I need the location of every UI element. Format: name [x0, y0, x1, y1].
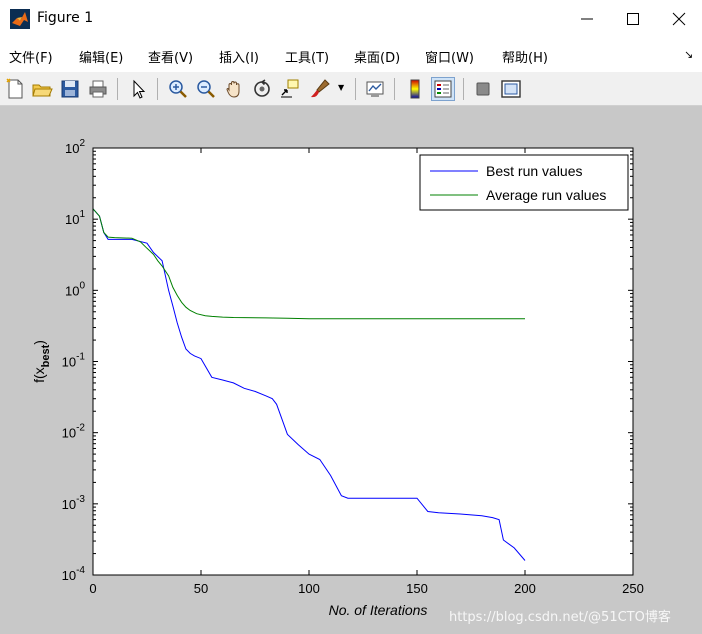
legend-label: Average run values [486, 187, 606, 203]
y-tick-exponent: -2 [76, 423, 85, 434]
show-plot-tools-icon[interactable] [499, 77, 523, 101]
y-tick-base: 10 [62, 426, 76, 441]
y-tick-base: 10 [65, 212, 79, 227]
toolbar-separator [355, 78, 356, 100]
y-tick-label: 101 [65, 209, 85, 227]
y-axis-label: f(xbest) [31, 340, 52, 383]
toolbar-separator [117, 78, 118, 100]
rotate-3d-icon[interactable] [250, 77, 274, 101]
menu-view[interactable]: 查看(V) [148, 47, 193, 66]
y-tick-label: 10-4 [62, 565, 86, 583]
menu-overflow-icon[interactable]: ↘ [684, 48, 693, 61]
x-axis-label: No. of Iterations [329, 602, 428, 618]
y-axis-label-sub: best [40, 344, 52, 367]
save-icon[interactable] [58, 77, 82, 101]
y-tick-label: 100 [65, 280, 85, 298]
y-tick-label: 10-3 [62, 494, 86, 512]
new-figure-icon[interactable] [3, 77, 27, 101]
zoom-out-icon[interactable] [194, 77, 218, 101]
maximize-button[interactable] [610, 0, 656, 38]
link-plot-icon[interactable] [363, 77, 387, 101]
menu-desktop[interactable]: 桌面(D) [354, 47, 400, 66]
y-tick-label: 102 [65, 138, 85, 156]
figure-canvas: 0 50 100 150 200 250 10-4 10-3 10-2 10-1 100 101 102… [0, 106, 702, 634]
print-icon[interactable] [86, 77, 110, 101]
pointer-icon[interactable] [126, 77, 150, 101]
x-tick-label: 0 [89, 581, 96, 596]
menu-window[interactable]: 窗口(W) [425, 47, 474, 66]
menu-tools[interactable]: 工具(T) [285, 47, 329, 66]
menu-file[interactable]: 文件(F) [9, 47, 53, 66]
window-title: Figure 1 [37, 10, 94, 26]
menu-edit[interactable]: 编辑(E) [79, 47, 123, 66]
x-tick-label: 150 [406, 581, 428, 596]
menu-bar: 文件(F) 编辑(E) 查看(V) 插入(I) 工具(T) 桌面(D) 窗口(W… [0, 38, 702, 72]
matlab-logo-icon [10, 9, 30, 29]
semilog-line-plot[interactable]: 0 50 100 150 200 25010-410-310-210-1100101102… [0, 106, 702, 634]
brush-dropdown-icon[interactable]: ▼ [338, 83, 344, 92]
legend-icon[interactable] [431, 77, 455, 101]
toolbar-separator [157, 78, 158, 100]
y-axis-label-close: ) [31, 340, 47, 345]
x-tick-label: 250 [622, 581, 644, 596]
y-tick-exponent: -4 [76, 565, 85, 576]
plot-background [93, 148, 633, 575]
figure-toolbar: ▼ [0, 72, 702, 106]
y-tick-base: 10 [65, 141, 79, 156]
close-button[interactable] [656, 0, 702, 38]
data-cursor-icon[interactable] [278, 77, 302, 101]
pan-hand-icon[interactable] [222, 77, 246, 101]
y-tick-base: 10 [62, 355, 76, 370]
y-tick-label: 10-1 [62, 352, 86, 370]
y-tick-base: 10 [62, 497, 76, 512]
y-tick-exponent: 1 [79, 209, 85, 220]
x-tick-label: 200 [514, 581, 536, 596]
hide-plot-tools-icon[interactable] [471, 77, 495, 101]
y-tick-exponent: -1 [76, 352, 85, 363]
y-tick-base: 10 [62, 568, 76, 583]
menu-insert[interactable]: 插入(I) [219, 47, 259, 66]
y-tick-exponent: 0 [79, 280, 85, 291]
x-tick-label: 100 [298, 581, 320, 596]
minimize-button[interactable] [564, 0, 610, 38]
toolbar-separator [463, 78, 464, 100]
toolbar-separator [394, 78, 395, 100]
x-tick-label: 50 [194, 581, 208, 596]
brush-icon[interactable] [308, 77, 332, 101]
watermark-text: https://blog.csdn.net/@51CTO博客 [449, 610, 671, 625]
zoom-in-icon[interactable] [166, 77, 190, 101]
y-axis-label-main: f(x [31, 367, 47, 383]
title-bar: Figure 1 [0, 0, 702, 38]
open-file-icon[interactable] [30, 77, 54, 101]
colorbar-icon[interactable] [403, 77, 427, 101]
menu-help[interactable]: 帮助(H) [502, 47, 548, 66]
y-tick-exponent: -3 [76, 494, 85, 505]
legend-label: Best run values [486, 163, 583, 179]
y-tick-exponent: 2 [79, 138, 85, 149]
y-tick-label: 10-2 [62, 423, 86, 441]
y-tick-base: 10 [65, 283, 79, 298]
